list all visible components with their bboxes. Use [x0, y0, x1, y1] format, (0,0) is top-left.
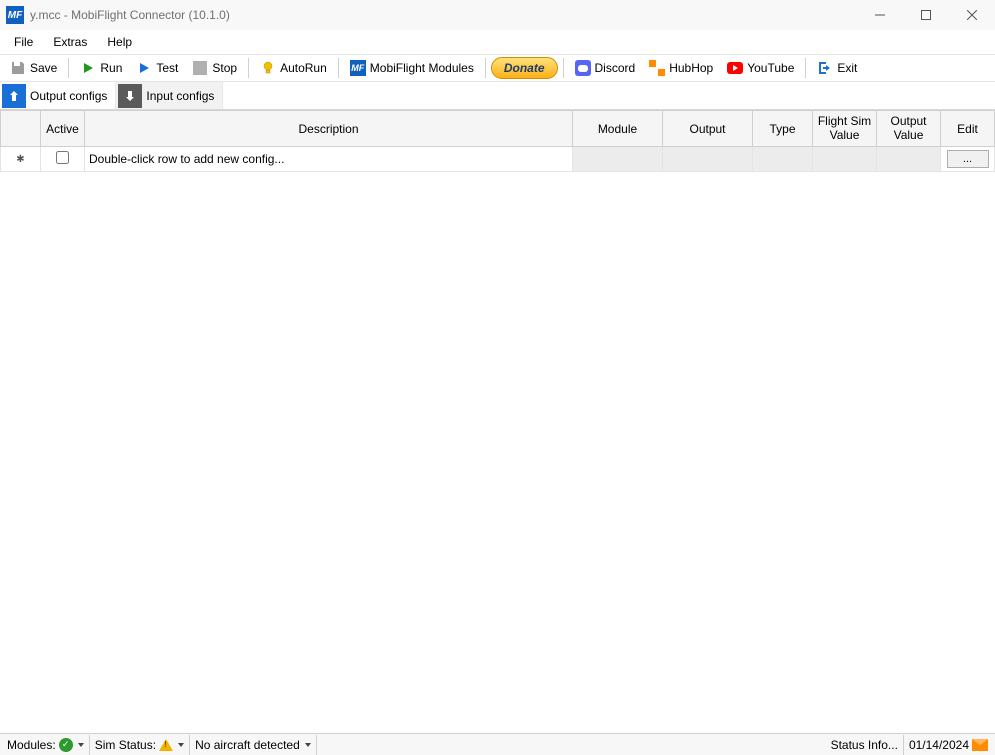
- exit-icon: [817, 60, 833, 76]
- discord-button[interactable]: Discord: [569, 56, 642, 80]
- menu-bar: File Extras Help: [0, 30, 995, 54]
- col-header-marker[interactable]: [1, 111, 41, 147]
- hubhop-label: HubHop: [669, 61, 713, 75]
- window-controls: [857, 0, 995, 30]
- bulb-icon: [260, 60, 276, 76]
- play-icon: [80, 60, 96, 76]
- output-cell: [663, 147, 753, 172]
- test-label: Test: [156, 61, 178, 75]
- discord-icon: [575, 60, 591, 76]
- status-aircraft[interactable]: No aircraft detected: [190, 735, 317, 755]
- autorun-label: AutoRun: [280, 61, 327, 75]
- discord-label: Discord: [595, 61, 636, 75]
- hubhop-icon: [649, 60, 665, 76]
- mobiflight-modules-button[interactable]: MF MobiFlight Modules: [344, 56, 480, 80]
- window-title: y.mcc - MobiFlight Connector (10.1.0): [30, 8, 230, 22]
- menu-help[interactable]: Help: [97, 30, 142, 54]
- check-icon: ✓: [59, 738, 73, 752]
- row-marker: ✱: [1, 147, 41, 172]
- play-icon: [136, 60, 152, 76]
- youtube-label: YouTube: [747, 61, 794, 75]
- output-value-cell: [877, 147, 941, 172]
- active-checkbox[interactable]: [56, 151, 69, 164]
- date-label: 01/14/2024: [909, 738, 969, 752]
- separator: [68, 58, 69, 78]
- separator: [563, 58, 564, 78]
- minimize-button[interactable]: [857, 0, 903, 30]
- test-button[interactable]: Test: [130, 56, 184, 80]
- col-header-description[interactable]: Description: [85, 111, 573, 147]
- menu-extras[interactable]: Extras: [43, 30, 97, 54]
- save-button[interactable]: Save: [4, 56, 63, 80]
- col-header-edit[interactable]: Edit: [941, 111, 995, 147]
- status-modules[interactable]: Modules: ✓: [2, 735, 90, 755]
- menu-file[interactable]: File: [4, 30, 43, 54]
- status-date: 01/14/2024: [904, 735, 993, 755]
- exit-button[interactable]: Exit: [811, 56, 863, 80]
- run-button[interactable]: Run: [74, 56, 128, 80]
- status-info-label: Status Info...: [831, 738, 898, 752]
- separator: [485, 58, 486, 78]
- separator: [805, 58, 806, 78]
- active-cell[interactable]: [41, 147, 85, 172]
- tab-output-label: Output configs: [30, 89, 107, 103]
- chevron-down-icon: [178, 743, 184, 747]
- config-tabs: Output configs Input configs: [0, 82, 995, 110]
- exit-label: Exit: [837, 61, 857, 75]
- warning-icon: [159, 739, 173, 751]
- new-config-row[interactable]: ✱ Double-click row to add new config... …: [1, 147, 995, 172]
- stop-label: Stop: [212, 61, 237, 75]
- title-bar: MF y.mcc - MobiFlight Connector (10.1.0): [0, 0, 995, 30]
- separator: [338, 58, 339, 78]
- donate-button[interactable]: Donate: [491, 57, 558, 79]
- modules-label: MobiFlight Modules: [370, 61, 474, 75]
- modules-label: Modules:: [7, 738, 56, 752]
- autorun-button[interactable]: AutoRun: [254, 56, 333, 80]
- chevron-down-icon: [305, 743, 311, 747]
- youtube-icon: [727, 62, 743, 74]
- arrow-down-icon: [118, 84, 142, 108]
- tab-output-configs[interactable]: Output configs: [0, 82, 116, 109]
- status-info[interactable]: Status Info...: [826, 735, 904, 755]
- col-header-active[interactable]: Active: [41, 111, 85, 147]
- mobiflight-icon: MF: [350, 60, 366, 76]
- edit-cell: ...: [941, 147, 995, 172]
- app-icon: MF: [6, 6, 24, 24]
- tab-input-label: Input configs: [146, 89, 214, 103]
- toolbar: Save Run Test Stop AutoRun MF MobiFlight…: [0, 54, 995, 82]
- stop-icon: [192, 60, 208, 76]
- col-header-output-value[interactable]: Output Value: [877, 111, 941, 147]
- col-header-type[interactable]: Type: [753, 111, 813, 147]
- save-icon: [10, 60, 26, 76]
- aircraft-label: No aircraft detected: [195, 738, 300, 752]
- envelope-icon[interactable]: [972, 739, 988, 751]
- description-cell[interactable]: Double-click row to add new config...: [85, 147, 573, 172]
- col-header-flight-sim-value[interactable]: Flight Sim Value: [813, 111, 877, 147]
- arrow-up-icon: [2, 84, 26, 108]
- tab-input-configs[interactable]: Input configs: [116, 82, 223, 109]
- hubhop-button[interactable]: HubHop: [643, 56, 719, 80]
- save-label: Save: [30, 61, 57, 75]
- grid-header-row: Active Description Module Output Type Fl…: [1, 111, 995, 147]
- flight-sim-value-cell: [813, 147, 877, 172]
- run-label: Run: [100, 61, 122, 75]
- stop-button[interactable]: Stop: [186, 56, 243, 80]
- type-cell: [753, 147, 813, 172]
- sim-status-label: Sim Status:: [95, 738, 156, 752]
- youtube-button[interactable]: YouTube: [721, 56, 800, 80]
- status-bar: Modules: ✓ Sim Status: No aircraft detec…: [0, 733, 995, 755]
- maximize-button[interactable]: [903, 0, 949, 30]
- config-grid: Active Description Module Output Type Fl…: [0, 110, 995, 733]
- chevron-down-icon: [78, 743, 84, 747]
- col-header-output[interactable]: Output: [663, 111, 753, 147]
- close-button[interactable]: [949, 0, 995, 30]
- edit-row-button[interactable]: ...: [947, 150, 989, 168]
- col-header-module[interactable]: Module: [573, 111, 663, 147]
- module-cell: [573, 147, 663, 172]
- status-sim[interactable]: Sim Status:: [90, 735, 190, 755]
- separator: [248, 58, 249, 78]
